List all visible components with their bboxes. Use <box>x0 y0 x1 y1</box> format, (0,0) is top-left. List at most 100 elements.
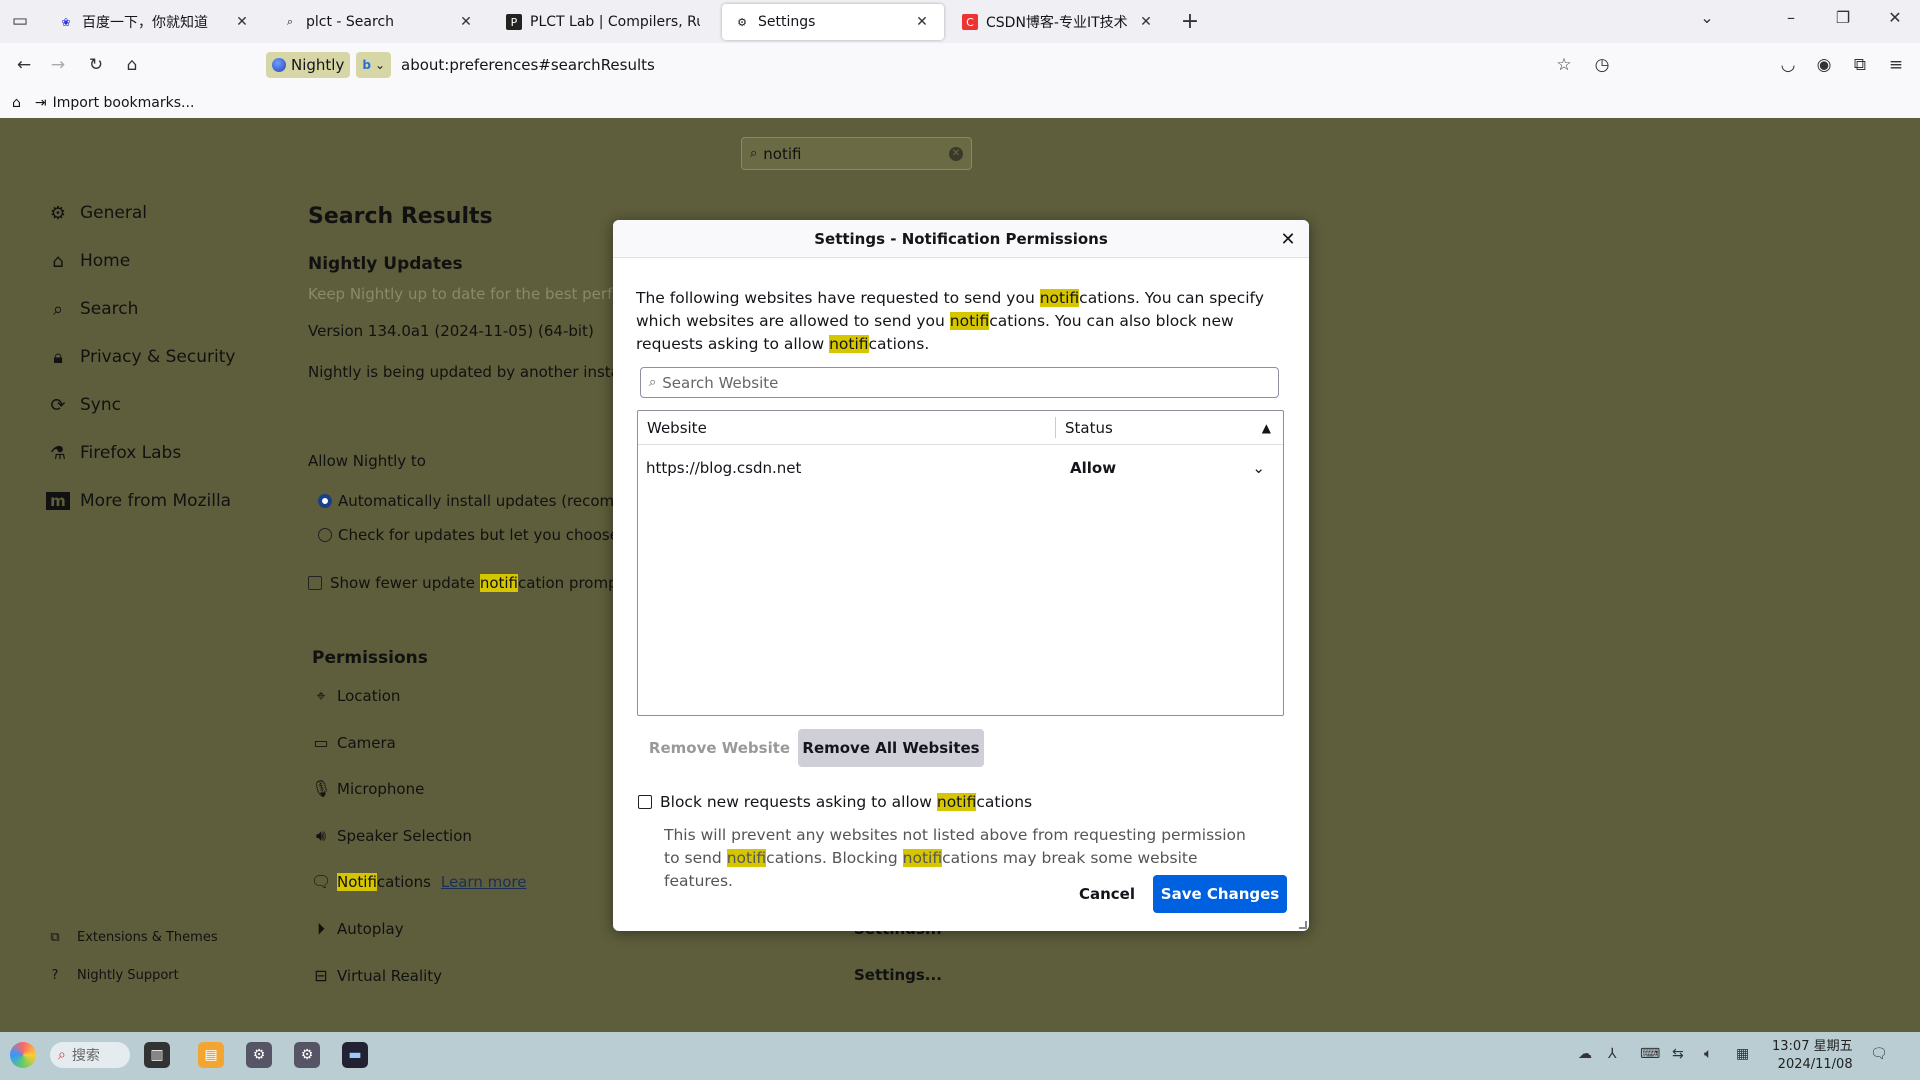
import-icon: ⇥ <box>34 94 47 111</box>
tab-list-icon[interactable]: ▭ <box>8 9 32 33</box>
volume-icon[interactable]: 🔈︎ <box>1704 1046 1712 1062</box>
reload-button[interactable]: ↻ <box>84 53 108 77</box>
close-icon[interactable]: ✕ <box>456 14 476 30</box>
home-icon: ⌂ <box>52 250 64 272</box>
clear-search-icon[interactable]: ✕ <box>949 146 963 161</box>
remove-website-button[interactable]: Remove Website <box>640 729 799 767</box>
sidebar-item-more-from-mozilla[interactable]: m More from Mozilla <box>46 488 231 514</box>
tab-csdn[interactable]: C CSDN博客-专业IT技术发表 ✕ <box>950 4 1168 40</box>
history-clock-icon[interactable]: ◷ <box>1590 53 1614 77</box>
search-icon: ⌕ <box>286 15 294 28</box>
fewer-prompts-checkbox[interactable]: Show fewer update notification prompts <box>308 574 613 592</box>
updating-note: Nightly is being updated by another inst… <box>308 363 613 381</box>
calendar-icon[interactable]: ▦ <box>1736 1046 1749 1062</box>
block-new-requests-checkbox[interactable]: Block new requests asking to allow notif… <box>638 793 1032 811</box>
page-title: Search Results <box>308 204 493 229</box>
identity-box[interactable]: Nightly <box>266 52 351 78</box>
search-highlight: notifi <box>936 793 977 811</box>
file-manager-icon[interactable]: ▤ <box>198 1042 224 1068</box>
clock[interactable]: 13:07 星期五 2024/11/08 <box>1772 1038 1853 1074</box>
new-tab-button[interactable]: + <box>1178 9 1202 34</box>
plct-p-icon: P <box>506 14 522 30</box>
permissions-heading: Permissions <box>312 648 428 668</box>
sidebar-nightly-support[interactable]: ? Nightly Support <box>47 968 179 983</box>
autoplay-icon: ⏵ <box>316 919 325 938</box>
account-icon[interactable]: ◉ <box>1812 53 1836 77</box>
checkbox[interactable] <box>308 576 322 590</box>
vr-settings-button[interactable]: Settings... <box>854 966 942 984</box>
checkbox-label-rest: cation prompts <box>518 574 613 592</box>
tab-baidu[interactable]: ❀ 百度一下，你就知道 ✕ <box>46 4 264 40</box>
back-button[interactable]: ← <box>12 53 36 77</box>
search-engine-button[interactable]: b ⌄ <box>356 52 391 78</box>
tab-title: Settings <box>758 14 816 30</box>
sidebar-item-firefox-labs[interactable]: ⚗ Firefox Labs <box>46 440 181 466</box>
preferences-search-input[interactable]: ⌕ notifi ✕ <box>741 137 972 170</box>
window-close-button[interactable]: ✕ <box>1880 8 1910 27</box>
column-header-website[interactable]: Website <box>638 417 1056 438</box>
sidebar-extensions-themes[interactable]: ⧉ Extensions & Themes <box>47 930 217 945</box>
radio-label: Check for updates but let you choose to … <box>338 526 613 544</box>
sidebar-item-general[interactable]: ⚙ General <box>46 200 147 226</box>
terminal-icon[interactable]: ▬ <box>342 1042 368 1068</box>
close-icon[interactable]: ✕ <box>232 14 252 30</box>
forward-button[interactable]: → <box>46 53 70 77</box>
column-header-status[interactable]: Status ▲ <box>1056 411 1283 444</box>
multitask-view-icon[interactable]: ▥ <box>144 1042 170 1068</box>
radio-auto-install[interactable]: Automatically install updates (recommend… <box>318 492 613 510</box>
tab-settings[interactable]: ⚙ Settings ✕ <box>722 4 944 40</box>
launcher-icon[interactable] <box>10 1042 36 1068</box>
taskbar: ⌕ 搜索 ▥ ▤ ⚙ ⚙ ▬ ☁ ⅄ ⌨ ⇆ 🔈︎ ▦ 13:07 星期五 20… <box>0 1032 1920 1080</box>
table-row[interactable]: https://blog.csdn.net Allow ⌄ <box>638 449 1283 487</box>
cancel-button[interactable]: Cancel <box>1073 875 1141 913</box>
restore-button[interactable]: ❐ <box>1828 8 1858 27</box>
menu-hamburger-icon[interactable]: ≡ <box>1884 53 1908 77</box>
control-center-icon[interactable]: ⚙ <box>294 1042 320 1068</box>
tab-plct-lab[interactable]: P PLCT Lab | Compilers, Runti <box>494 4 712 40</box>
network-icon[interactable]: ⇆ <box>1672 1046 1684 1062</box>
labs-icon: ⚗ <box>49 442 67 464</box>
status-dropdown[interactable]: Allow ⌄ <box>1070 459 1283 477</box>
radio-button[interactable] <box>318 528 332 542</box>
chevron-down-icon[interactable]: ⌄ <box>1692 8 1722 27</box>
radio-button[interactable] <box>318 494 332 508</box>
sidebar-item-sync[interactable]: ⟳ Sync <box>46 392 121 418</box>
search-highlight: notifi <box>829 335 869 353</box>
sidebar-item-search[interactable]: ⌕ Search <box>46 296 138 322</box>
permission-microphone: 🎙︎ Microphone <box>311 779 424 798</box>
learn-more-link[interactable]: Learn more <box>441 873 527 891</box>
system-settings-icon[interactable]: ⚙ <box>246 1042 272 1068</box>
remove-all-websites-button[interactable]: Remove All Websites <box>798 729 984 767</box>
extensions-puzzle-icon[interactable]: ⧉ <box>1848 53 1872 77</box>
minimize-button[interactable]: – <box>1776 8 1806 27</box>
save-changes-button[interactable]: Save Changes <box>1153 875 1287 913</box>
input-method-icon[interactable]: ⅄ <box>1608 1046 1617 1062</box>
close-icon[interactable]: ✕ <box>1277 228 1299 250</box>
close-icon[interactable]: ✕ <box>912 14 932 30</box>
close-icon[interactable]: ✕ <box>1136 14 1156 30</box>
tab-plct-search[interactable]: ⌕ plct - Search ✕ <box>270 4 488 40</box>
radio-check-updates[interactable]: Check for updates but let you choose to … <box>318 526 613 544</box>
bookmark-manage-icon[interactable]: ⌂ <box>12 95 21 111</box>
microphone-icon: 🎙︎ <box>311 779 332 798</box>
sidebar-item-privacy[interactable]: 🔒︎ Privacy & Security <box>46 344 235 370</box>
sidebar-item-home[interactable]: ⌂ Home <box>46 248 130 274</box>
url-bar[interactable]: Nightly b ⌄ about:preferences#searchResu… <box>266 49 1536 81</box>
dialog-description: The following websites have requested to… <box>636 289 1264 353</box>
checkbox-label: Block new requests asking to allow notif… <box>660 793 1033 811</box>
keyboard-icon[interactable]: ⌨ <box>1640 1046 1660 1062</box>
search-website-input[interactable]: ⌕ Search Website <box>640 367 1279 398</box>
tab-title: plct - Search <box>306 14 395 30</box>
search-icon: ⌕ <box>750 146 758 161</box>
search-highlight: notifi <box>726 849 767 867</box>
weather-icon[interactable]: ☁ <box>1578 1046 1592 1062</box>
bookmark-star-icon[interactable]: ☆ <box>1552 53 1576 77</box>
notification-center-icon[interactable]: 🗨︎ <box>1870 1046 1888 1062</box>
home-button[interactable]: ⌂ <box>120 53 144 77</box>
search-value: notifi <box>763 144 802 163</box>
resize-grip-icon[interactable] <box>1299 921 1307 929</box>
checkbox[interactable] <box>638 795 652 809</box>
pocket-icon[interactable]: ◡ <box>1776 53 1800 77</box>
import-bookmarks-link[interactable]: Import bookmarks... <box>53 95 195 111</box>
taskbar-search-input[interactable]: ⌕ 搜索 <box>50 1042 130 1068</box>
